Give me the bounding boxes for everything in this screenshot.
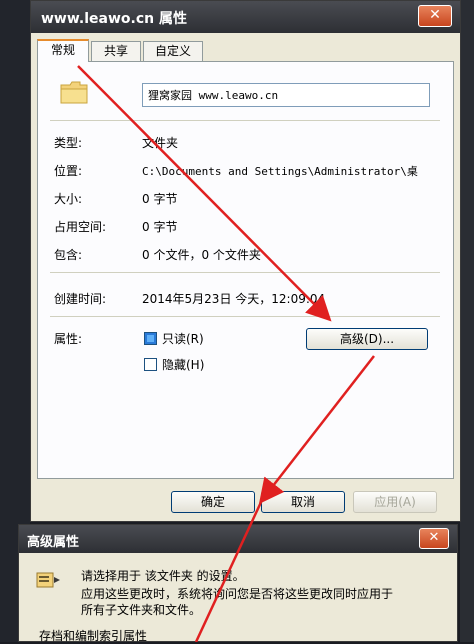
general-panel: 狸窝家园 www.leawo.cn 类型: 文件夹 位置: C:\Documen… bbox=[37, 61, 454, 479]
advanced-title-bar[interactable]: 高级属性 ✕ bbox=[19, 525, 457, 553]
advanced-dialog-title: 高级属性 bbox=[27, 535, 80, 550]
created-value: 2014年5月23日 今天，12:09:04 bbox=[142, 292, 326, 306]
contains-label: 包含: bbox=[54, 248, 83, 262]
hidden-label: 隐藏(H) bbox=[162, 358, 205, 372]
advanced-button[interactable]: 高级(D)... bbox=[306, 328, 428, 350]
tab-customize[interactable]: 自定义 bbox=[143, 41, 203, 61]
type-value: 文件夹 bbox=[142, 136, 179, 150]
created-label: 创建时间: bbox=[54, 292, 107, 306]
folder-name-input[interactable]: 狸窝家园 www.leawo.cn bbox=[142, 83, 430, 107]
tab-sharing[interactable]: 共享 bbox=[91, 41, 141, 61]
attributes-label: 属性: bbox=[54, 332, 83, 346]
folder-settings-icon bbox=[36, 572, 60, 588]
size-label: 大小: bbox=[54, 192, 83, 206]
separator bbox=[50, 120, 440, 121]
location-label: 位置: bbox=[54, 164, 83, 178]
ok-button[interactable]: 确定 bbox=[171, 491, 255, 513]
hidden-checkbox[interactable] bbox=[144, 358, 157, 371]
close-icon: ✕ bbox=[429, 7, 441, 23]
close-button[interactable]: ✕ bbox=[418, 5, 452, 27]
properties-window: www.leawo.cn 属性 ✕ 常规 共享 自定义 狸窝家园 www.lea… bbox=[30, 0, 461, 522]
folder-icon bbox=[60, 81, 88, 104]
advanced-note-line2: 所有子文件夹和文件。 bbox=[81, 603, 202, 617]
separator bbox=[50, 272, 440, 273]
tab-general[interactable]: 常规 bbox=[37, 39, 89, 62]
background-right bbox=[460, 0, 474, 642]
close-icon: ✕ bbox=[428, 530, 440, 545]
window-title: www.leawo.cn 属性 bbox=[41, 11, 187, 27]
location-value: C:\Documents and Settings\Administrator\… bbox=[142, 165, 418, 178]
advanced-close-button[interactable]: ✕ bbox=[419, 528, 449, 549]
separator bbox=[50, 316, 440, 317]
cancel-button[interactable]: 取消 bbox=[261, 491, 345, 513]
type-label: 类型: bbox=[54, 136, 83, 150]
readonly-label: 只读(R) bbox=[162, 332, 204, 346]
advanced-instruction: 请选择用于 该文件夹 的设置。 bbox=[81, 569, 245, 583]
contains-value: 0 个文件，0 个文件夹 bbox=[142, 248, 261, 262]
advanced-properties-dialog: 高级属性 ✕ 请选择用于 该文件夹 的设置。 应用这些更改时，系统将询问您是否将… bbox=[18, 524, 458, 643]
size-value: 0 字节 bbox=[142, 192, 178, 206]
archive-index-section-label: 存档和编制索引属性 bbox=[39, 629, 148, 643]
disk-size-label: 占用空间: bbox=[54, 220, 107, 234]
advanced-note-line1: 应用这些更改时，系统将询问您是否将这些更改同时应用于 bbox=[81, 587, 394, 601]
readonly-checkbox[interactable] bbox=[144, 332, 157, 345]
disk-size-value: 0 字节 bbox=[142, 220, 178, 234]
apply-button[interactable]: 应用(A) bbox=[353, 491, 437, 513]
title-bar[interactable]: www.leawo.cn 属性 ✕ bbox=[31, 1, 460, 33]
